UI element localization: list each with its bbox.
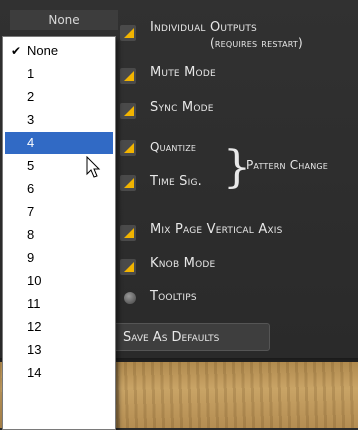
menu-item-label: 10 — [27, 273, 42, 288]
menu-item-label: 14 — [27, 365, 42, 380]
menu-item-label: 12 — [27, 319, 42, 334]
menu-item-label: 5 — [27, 158, 35, 173]
quantize-toggle[interactable] — [120, 140, 136, 156]
mix-page-axis-toggle[interactable] — [120, 225, 136, 241]
menu-item-3[interactable]: 3 — [5, 109, 113, 131]
quantize-label: Quantize — [150, 140, 197, 154]
menu-item-9[interactable]: 9 — [5, 247, 113, 269]
mix-page-axis-label: Mix Page Vertical Axis — [150, 222, 283, 237]
menu-item-6[interactable]: 6 — [5, 178, 113, 200]
menu-item-11[interactable]: 11 — [5, 293, 113, 315]
menu-item-10[interactable]: 10 — [5, 270, 113, 292]
menu-item-label: 8 — [27, 227, 35, 242]
sync-mode-label: Sync Mode — [150, 100, 214, 115]
sync-mode-toggle[interactable] — [120, 103, 136, 119]
mute-mode-toggle[interactable] — [120, 68, 136, 84]
menu-item-none[interactable]: ✔ None — [5, 40, 113, 62]
individual-outputs-toggle[interactable] — [120, 25, 136, 41]
tooltips-led-icon[interactable] — [124, 292, 136, 304]
knob-mode-label: Knob Mode — [150, 256, 216, 271]
menu-item-label: 4 — [27, 135, 35, 150]
menu-item-4[interactable]: 4 — [5, 132, 113, 154]
menu-item-label: 6 — [27, 181, 35, 196]
menu-item-7[interactable]: 7 — [5, 201, 113, 223]
requires-restart-label: (requires restart) — [210, 36, 303, 50]
menu-item-1[interactable]: 1 — [5, 63, 113, 85]
menu-item-label: 3 — [27, 112, 35, 127]
save-defaults-button[interactable]: Save As Defaults — [100, 323, 270, 351]
menu-item-2[interactable]: 2 — [5, 86, 113, 108]
menu-item-label: None — [27, 43, 59, 58]
mute-mode-label: Mute Mode — [150, 65, 216, 80]
menu-item-12[interactable]: 12 — [5, 316, 113, 338]
dropdown-menu: ✔ None 1 2 3 4 5 6 7 8 9 10 11 12 13 14 — [2, 36, 116, 430]
pattern-change-label: Pattern Change — [246, 158, 329, 172]
menu-item-label: 1 — [27, 66, 35, 81]
individual-outputs-label: Individual Outputs — [150, 20, 257, 35]
menu-item-13[interactable]: 13 — [5, 339, 113, 361]
menu-item-label: 13 — [27, 342, 42, 357]
checkmark-icon: ✔ — [11, 44, 22, 58]
menu-item-label: 2 — [27, 89, 35, 104]
time-sig-toggle[interactable] — [120, 175, 136, 191]
knob-mode-toggle[interactable] — [120, 259, 136, 275]
time-sig-label: Time Sig. — [150, 174, 202, 189]
menu-item-14[interactable]: 14 — [5, 362, 113, 384]
menu-item-8[interactable]: 8 — [5, 224, 113, 246]
tooltips-label: Tooltips — [150, 289, 197, 304]
menu-item-label: 11 — [27, 296, 41, 311]
menu-item-label: 7 — [27, 204, 35, 219]
menu-item-label: 9 — [27, 250, 35, 265]
output-select[interactable]: None — [10, 10, 118, 30]
mouse-cursor-icon — [86, 156, 101, 178]
